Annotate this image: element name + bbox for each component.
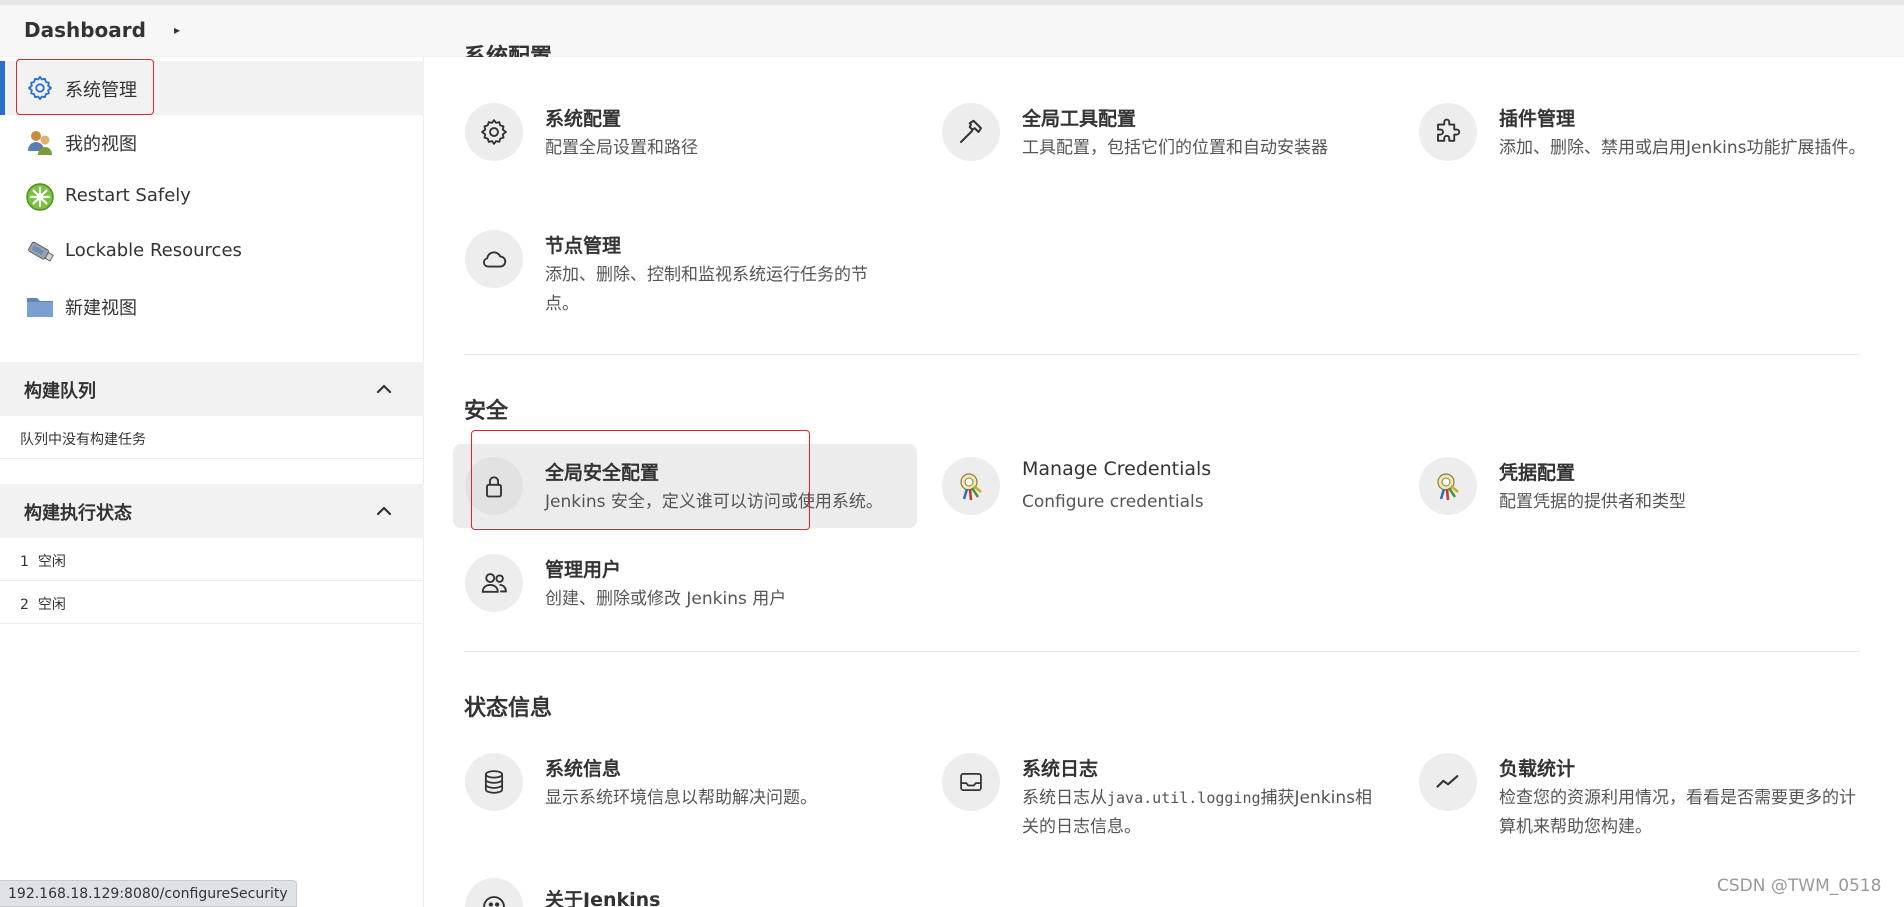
executor-status: 空闲 — [37, 554, 66, 570]
card-desc: 系统日志从java.util.logging捕获Jenkins相关的日志信息。 — [1022, 784, 1382, 842]
sidebar-item-label: 新建视图 — [65, 298, 137, 319]
card-load-statistics[interactable]: 负载统计 检查您的资源利用情况，看看是否需要更多的计算机来帮助您构建。 — [1407, 740, 1871, 837]
executor-number: 2 — [20, 597, 29, 613]
card-title: 节点管理 — [545, 235, 622, 257]
card-title: Manage Credentials — [1022, 458, 1212, 480]
build-queue-header[interactable]: 构建队列 — [0, 362, 424, 416]
build-queue-empty-text: 队列中没有构建任务 — [20, 432, 146, 448]
card-desc: 添加、删除、禁用或启用Jenkins功能扩展插件。 — [1499, 138, 1866, 158]
card-desc: 工具配置，包括它们的位置和自动安装器 — [1022, 138, 1328, 158]
executor-status-header[interactable]: 构建执行状态 — [0, 484, 424, 538]
card-desc: 显示系统环境信息以帮助解决问题。 — [545, 788, 817, 808]
card-node-manager[interactable]: 节点管理 添加、删除、控制和监视系统运行任务的节点。 — [453, 217, 917, 314]
sidebar-item-label: Restart Safely — [65, 185, 191, 206]
card-title: 凭据配置 — [1499, 462, 1576, 484]
executor-row-text: 1 空闲 — [20, 551, 66, 571]
hammer-icon — [942, 103, 1000, 161]
card-desc: 配置全局设置和路径 — [545, 138, 698, 158]
restart-icon — [25, 182, 55, 212]
card-title: 系统配置 — [545, 108, 622, 130]
watermark: CSDN @TWM_0518 — [1717, 876, 1882, 896]
card-desc: 创建、删除或修改 Jenkins 用户 — [545, 589, 787, 609]
executor-status: 空闲 — [37, 597, 66, 613]
sidebar-item-label: 我的视图 — [65, 134, 137, 155]
card-title: 全局工具配置 — [1022, 108, 1137, 130]
card-desc: 配置凭据的提供者和类型 — [1499, 492, 1686, 512]
card-credential-config[interactable]: 凭据配置 配置凭据的提供者和类型 — [1407, 444, 1871, 528]
card-desc: 检查您的资源利用情况，看看是否需要更多的计算机来帮助您构建。 — [1499, 788, 1856, 837]
executor-status-title: 构建执行状态 — [24, 503, 132, 524]
card-title: 系统日志 — [1022, 758, 1099, 780]
sidebar-item-label: Lockable Resources — [65, 240, 242, 261]
inbox-icon — [942, 753, 1000, 811]
section-divider — [464, 354, 1860, 355]
users-icon — [465, 554, 523, 612]
card-system-log[interactable]: 系统日志 系统日志从java.util.logging捕获Jenkins相关的日… — [930, 740, 1394, 837]
card-title: 全局安全配置 — [545, 462, 660, 484]
card-manage-credentials[interactable]: Manage Credentials Configure credentials — [930, 444, 1394, 528]
section-divider — [464, 651, 1860, 652]
build-queue-empty: 队列中没有构建任务 — [0, 416, 424, 459]
lock-icon — [465, 457, 523, 515]
executor-row: 1 空闲 — [0, 538, 424, 581]
breadcrumb: Dashboard ▸ — [24, 18, 180, 42]
jenkins-logo-icon — [465, 878, 523, 907]
sidebar-item-lockable-resources[interactable]: Lockable Resources — [0, 225, 424, 279]
executor-number: 1 — [20, 554, 29, 570]
card-title: 管理用户 — [545, 559, 622, 581]
executor-row: 2 空闲 — [0, 581, 424, 624]
card-desc: 添加、删除、控制和监视系统运行任务的节点。 — [545, 265, 868, 314]
cloud-icon — [465, 230, 523, 288]
card-global-tools[interactable]: 全局工具配置 工具配置，包括它们的位置和自动安装器 — [930, 90, 1394, 174]
card-about-jenkins[interactable]: 关于Jenkins — [453, 868, 917, 907]
card-desc: Jenkins 安全，定义谁可以访问或使用系统。 — [545, 492, 883, 512]
folder-icon — [25, 291, 55, 321]
breadcrumb-dashboard[interactable]: Dashboard — [24, 18, 146, 42]
sidebar-item-my-views[interactable]: 我的视图 — [0, 115, 424, 169]
chevron-up-icon[interactable] — [374, 501, 394, 521]
card-global-security[interactable]: 全局安全配置 Jenkins 安全，定义谁可以访问或使用系统。 — [453, 444, 917, 528]
card-system-config[interactable]: 系统配置 配置全局设置和路径 — [453, 90, 917, 174]
card-title: 系统信息 — [545, 758, 622, 780]
puzzle-icon — [1419, 103, 1477, 161]
card-title: 负载统计 — [1499, 758, 1576, 780]
gear-icon — [25, 73, 55, 103]
section-title-status: 状态信息 — [464, 696, 553, 721]
section-title-system: 系统配置 — [464, 38, 552, 57]
breadcrumb-bar: Dashboard ▸ — [0, 5, 1904, 57]
card-title: 关于Jenkins — [545, 889, 661, 907]
people-view-icon — [25, 127, 55, 157]
usb-drive-icon — [25, 237, 55, 267]
chevron-up-icon[interactable] — [374, 379, 394, 399]
sidebar: 系统管理 我的视图 Restart Safely Lockable Resour… — [0, 57, 424, 907]
section-title-security: 安全 — [464, 399, 509, 424]
card-title: 插件管理 — [1499, 108, 1576, 130]
sidebar-item-restart-safely[interactable]: Restart Safely — [0, 170, 424, 224]
card-desc: Configure credentials — [1022, 492, 1204, 512]
gear-icon — [465, 103, 523, 161]
card-manage-users[interactable]: 管理用户 创建、删除或修改 Jenkins 用户 — [453, 541, 917, 625]
sidebar-item-new-view[interactable]: 新建视图 — [0, 279, 424, 333]
scrollbar[interactable] — [1897, 57, 1904, 907]
card-desc-prefix: 系统日志从 — [1022, 788, 1107, 808]
card-plugin-manager[interactable]: 插件管理 添加、删除、禁用或启用Jenkins功能扩展插件。 — [1407, 90, 1871, 174]
card-system-info[interactable]: 系统信息 显示系统环境信息以帮助解决问题。 — [453, 740, 917, 824]
card-desc-code: java.util.logging — [1107, 789, 1261, 807]
build-queue-title: 构建队列 — [24, 381, 96, 402]
executor-row-text: 2 空闲 — [20, 594, 66, 614]
sidebar-item-label: 系统管理 — [65, 80, 137, 101]
breadcrumb-chevron-icon[interactable]: ▸ — [174, 23, 180, 37]
trend-icon — [1419, 753, 1477, 811]
database-icon — [465, 753, 523, 811]
credentials-keys-icon — [942, 457, 1000, 515]
credentials-keys-icon — [1419, 457, 1477, 515]
sidebar-item-manage-jenkins[interactable]: 系统管理 — [0, 61, 424, 115]
status-bar-url: 192.168.18.129:8080/configureSecurity — [0, 880, 297, 907]
